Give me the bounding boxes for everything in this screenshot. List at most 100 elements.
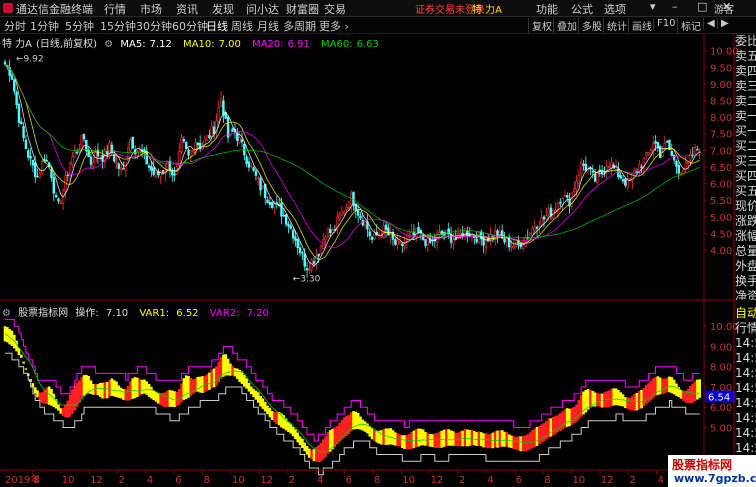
price-tick-label: 5.00 bbox=[710, 213, 732, 224]
candle-body bbox=[398, 241, 402, 243]
candle-body bbox=[254, 170, 258, 176]
x-tick-label: 8 bbox=[204, 475, 210, 486]
x-tick-label: 6 bbox=[346, 475, 352, 486]
candle-body bbox=[245, 156, 248, 165]
ma5-line bbox=[4, 63, 700, 267]
candle-body bbox=[343, 211, 346, 214]
candle-body bbox=[477, 232, 481, 244]
side-label: 外盘 bbox=[735, 259, 756, 273]
x-tick-label: 4 bbox=[658, 475, 664, 486]
candle-body bbox=[150, 165, 153, 171]
candle-body bbox=[119, 167, 123, 171]
candle-body bbox=[289, 225, 292, 229]
candle-body bbox=[117, 163, 121, 169]
candle-body bbox=[208, 134, 211, 139]
price-tick-label: 9.00 bbox=[710, 80, 732, 91]
candle-body bbox=[31, 159, 35, 166]
x-tick-label: 2 bbox=[629, 475, 635, 486]
candle-body bbox=[563, 194, 567, 197]
candle-body bbox=[359, 215, 362, 219]
candle-body bbox=[645, 152, 648, 156]
tick-time: 14:5 bbox=[735, 411, 756, 425]
candle-body bbox=[635, 171, 639, 173]
ma60-line bbox=[4, 63, 700, 239]
candle-body bbox=[417, 226, 420, 233]
indicator-chart: 6.54 bbox=[3, 318, 735, 476]
ma10-line bbox=[4, 63, 700, 260]
tick-time: 14:5 bbox=[735, 426, 756, 440]
candle-body bbox=[250, 165, 253, 167]
candle-body bbox=[112, 154, 116, 162]
candle-body bbox=[363, 221, 367, 226]
side-label: 买三 bbox=[735, 154, 756, 168]
candle-body bbox=[106, 150, 109, 155]
candle-body bbox=[356, 209, 360, 216]
candle-body bbox=[13, 79, 16, 92]
candle-body bbox=[621, 179, 625, 182]
candle-body bbox=[349, 193, 353, 205]
candle-body bbox=[50, 168, 53, 178]
side-label: 涨幅 bbox=[735, 229, 756, 243]
candle-body bbox=[503, 238, 506, 243]
candle-body bbox=[291, 229, 295, 239]
candle-body bbox=[638, 164, 641, 172]
candle-body bbox=[273, 203, 276, 208]
candle-body bbox=[66, 174, 69, 177]
candle-body bbox=[579, 162, 583, 175]
candle-body bbox=[266, 199, 269, 203]
candle-body bbox=[693, 147, 697, 155]
candle-body bbox=[312, 261, 316, 264]
candle-body bbox=[219, 98, 223, 107]
candle-body bbox=[10, 74, 14, 80]
candle-body bbox=[670, 150, 673, 157]
x-tick-label: 8 bbox=[33, 475, 39, 486]
x-tick-label: 8 bbox=[374, 475, 380, 486]
candle-body bbox=[384, 224, 388, 230]
x-tick-label: 2 bbox=[459, 475, 465, 486]
candle-body bbox=[577, 175, 581, 184]
candle-body bbox=[475, 238, 478, 243]
candle-body bbox=[373, 232, 376, 240]
x-tick-label: 4 bbox=[487, 475, 493, 486]
side-label: 委比 bbox=[735, 34, 756, 48]
candle-body bbox=[99, 156, 102, 159]
price-tick-label: 6.00 bbox=[710, 180, 732, 191]
candle-body bbox=[182, 139, 186, 142]
candle-body bbox=[352, 191, 355, 206]
price-tick-label: 8.50 bbox=[710, 97, 732, 108]
candle-body bbox=[191, 150, 195, 153]
candle-body bbox=[545, 215, 548, 220]
candle-body bbox=[226, 116, 230, 138]
candle-body bbox=[115, 162, 118, 164]
candle-body bbox=[454, 237, 457, 241]
candle-body bbox=[696, 149, 699, 151]
candle-body bbox=[628, 178, 632, 180]
tick-time: 14:5 bbox=[735, 396, 756, 410]
side-label: 买五 bbox=[735, 184, 756, 198]
candle-body bbox=[231, 128, 234, 132]
side-label: 买二 bbox=[735, 139, 756, 153]
candle-body bbox=[166, 161, 169, 170]
indicator-tick-label: 8.00 bbox=[710, 363, 732, 374]
candle-body bbox=[675, 160, 678, 167]
side-label: 买一 bbox=[735, 124, 756, 138]
candle-body bbox=[303, 253, 306, 267]
candle-body bbox=[535, 226, 539, 229]
low-price-label: ←3.30 bbox=[293, 274, 321, 284]
candle-body bbox=[575, 180, 578, 190]
candle-body bbox=[421, 234, 425, 240]
x-tick-label: 6 bbox=[516, 475, 522, 486]
candle-body bbox=[34, 162, 37, 177]
candle-body bbox=[71, 156, 74, 165]
candle-body bbox=[268, 201, 272, 205]
candle-body bbox=[24, 139, 28, 149]
side-label: 行情 bbox=[735, 321, 756, 335]
auto-label[interactable]: 自动 bbox=[735, 306, 756, 321]
side-label: 净资 bbox=[735, 289, 756, 300]
x-tick-label: 8 bbox=[544, 475, 550, 486]
candle-body bbox=[173, 173, 176, 176]
side-label: 卖四 bbox=[735, 64, 756, 78]
x-tick-label: 4 bbox=[147, 475, 153, 486]
candle-body bbox=[38, 173, 42, 178]
side-label: 卖五 bbox=[735, 49, 756, 63]
